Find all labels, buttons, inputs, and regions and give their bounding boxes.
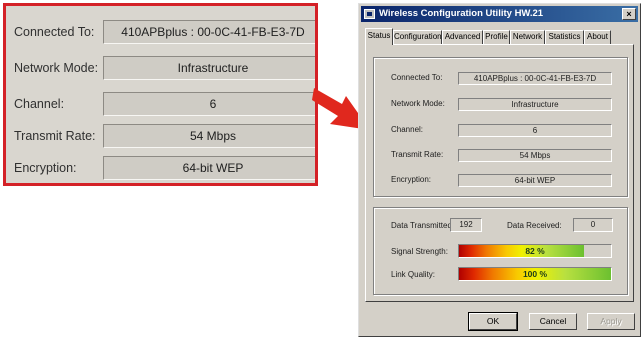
- app-icon: [364, 9, 375, 19]
- close-button[interactable]: ×: [622, 8, 636, 20]
- field-label: Encryption:: [391, 175, 432, 184]
- signal-strength-label: Signal Strength:: [391, 247, 448, 256]
- data-received-value: 0: [573, 218, 613, 232]
- row-channel: Channel: 6: [374, 124, 629, 138]
- callout-row-encryption: Encryption: 64-bit WEP: [6, 156, 315, 182]
- link-quality-text: 100 %: [522, 269, 548, 279]
- zoomed-status-callout: Connected To: 410APBplus : 00-0C-41-FB-E…: [3, 3, 318, 186]
- signal-strength-text: 82 %: [525, 246, 545, 256]
- field-label: Connected To:: [391, 73, 443, 82]
- wireless-config-window: Wireless Configuration Utility HW.21 × S…: [358, 3, 641, 337]
- connected-to-value: 410APBplus : 00-0C-41-FB-E3-7D: [458, 72, 612, 85]
- tab-statistics[interactable]: Statistics: [545, 30, 584, 44]
- link-quality-label: Link Quality:: [391, 270, 436, 279]
- transmit-rate-value: 54 Mbps: [458, 149, 612, 162]
- link-stats-group: Data Transmitted: 192 Data Received: 0 S…: [373, 207, 628, 295]
- callout-value: 64-bit WEP: [103, 156, 315, 180]
- encryption-value: 64-bit WEP: [458, 174, 612, 187]
- callout-label: Network Mode:: [14, 61, 99, 75]
- row-transmit-rate: Transmit Rate: 54 Mbps: [374, 149, 629, 163]
- data-transmitted-value: 192: [450, 218, 482, 232]
- callout-label: Connected To:: [14, 25, 95, 39]
- callout-row-connected-to: Connected To: 410APBplus : 00-0C-41-FB-E…: [6, 20, 315, 46]
- row-connected-to: Connected To: 410APBplus : 00-0C-41-FB-E…: [374, 72, 629, 86]
- callout-label: Transmit Rate:: [14, 129, 96, 143]
- title-bar[interactable]: Wireless Configuration Utility HW.21 ×: [361, 6, 638, 22]
- field-label: Transmit Rate:: [391, 150, 444, 159]
- link-quality-meter: 100 %: [458, 267, 612, 281]
- tab-network[interactable]: Network: [510, 30, 545, 44]
- callout-value: 410APBplus : 00-0C-41-FB-E3-7D: [103, 20, 315, 44]
- callout-label: Encryption:: [14, 161, 77, 175]
- row-network-mode: Network Mode: Infrastructure: [374, 98, 629, 112]
- callout-row-channel: Channel: 6: [6, 92, 315, 118]
- callout-value: Infrastructure: [103, 56, 315, 80]
- network-mode-value: Infrastructure: [458, 98, 612, 111]
- tab-about[interactable]: About: [584, 30, 611, 44]
- apply-button[interactable]: Apply: [587, 313, 635, 330]
- callout-value: 6: [103, 92, 315, 116]
- connection-info-group: Connected To: 410APBplus : 00-0C-41-FB-E…: [373, 57, 628, 197]
- data-transmitted-label: Data Transmitted:: [391, 221, 455, 230]
- row-encryption: Encryption: 64-bit WEP: [374, 174, 629, 188]
- callout-row-network-mode: Network Mode: Infrastructure: [6, 56, 315, 82]
- tab-profile[interactable]: Profile: [483, 30, 510, 44]
- cancel-button[interactable]: Cancel: [529, 313, 577, 330]
- field-label: Network Mode:: [391, 99, 445, 108]
- callout-label: Channel:: [14, 97, 65, 111]
- tab-status[interactable]: Status: [365, 28, 393, 45]
- field-label: Channel:: [391, 125, 424, 134]
- callout-value: 54 Mbps: [103, 124, 315, 148]
- tab-configuration[interactable]: Configuration: [393, 30, 442, 44]
- status-tab-panel: Connected To: 410APBplus : 00-0C-41-FB-E…: [365, 44, 634, 302]
- ok-button[interactable]: OK: [468, 312, 518, 331]
- channel-value: 6: [458, 124, 612, 137]
- callout-row-transmit-rate: Transmit Rate: 54 Mbps: [6, 124, 315, 150]
- signal-strength-meter: 82 %: [458, 244, 612, 258]
- data-received-label: Data Received:: [507, 221, 562, 230]
- tab-advanced[interactable]: Advanced: [442, 30, 483, 44]
- window-title: Wireless Configuration Utility HW.21: [379, 8, 544, 19]
